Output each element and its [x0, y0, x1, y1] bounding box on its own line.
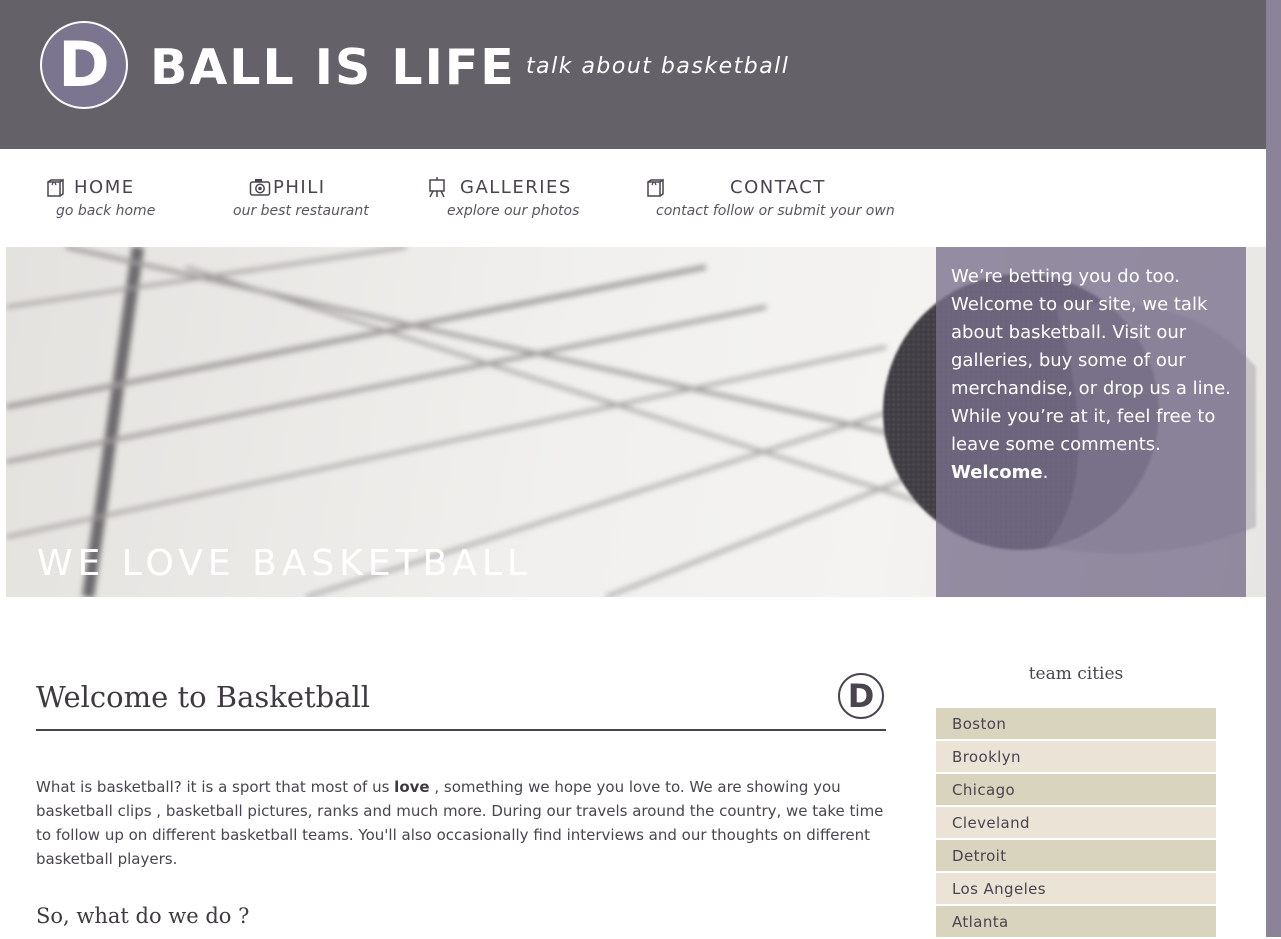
section-subheading: So, what do we do ?: [36, 904, 250, 928]
team-cities-list: Boston Brooklyn Chicago Cleveland Detroi…: [936, 708, 1216, 939]
nav-subtitle: explore our photos: [447, 203, 580, 219]
nav-label: HOME: [74, 176, 135, 198]
shopping-bag-icon: [647, 178, 664, 197]
nav-item-galleries[interactable]: GALLERIES explore our photos: [426, 176, 579, 219]
hero-text-bold: Welcome: [951, 462, 1043, 483]
hero-text-body: We’re betting you do too. Welcome to our…: [951, 266, 1231, 455]
shopping-bag-icon: [47, 178, 64, 197]
logo-letter: D: [58, 28, 110, 101]
camera-icon: [249, 179, 271, 196]
intro-text-a: What is basketball? it is a sport that m…: [36, 778, 390, 796]
nav-item-contact[interactable]: CONTACT contact follow or submit your ow…: [644, 176, 895, 219]
nav-label: CONTACT: [730, 176, 826, 198]
hero-text-panel: We’re betting you do too. Welcome to our…: [936, 247, 1246, 597]
city-item-detroit[interactable]: Detroit: [936, 840, 1216, 871]
city-item-brooklyn[interactable]: Brooklyn: [936, 741, 1216, 772]
nav-label: GALLERIES: [460, 176, 572, 198]
intro-paragraph: What is basketball? it is a sport that m…: [36, 775, 886, 871]
city-item-cleveland[interactable]: Cleveland: [936, 807, 1216, 838]
site-tagline: talk about basketball: [526, 54, 790, 79]
page-title: Welcome to Basketball: [36, 680, 371, 714]
nav-item-phili[interactable]: PHILI our best restaurant: [233, 176, 369, 220]
page-edge-bar: [1266, 0, 1281, 937]
site-header: D BALL IS LIFE talk about basketball: [0, 0, 1266, 149]
hero-heading: WE LOVE BASKETBALL: [37, 543, 533, 584]
nav-item-home[interactable]: HOME go back home: [44, 176, 155, 219]
city-item-chicago[interactable]: Chicago: [936, 774, 1216, 805]
nav-subtitle: contact follow or submit your own: [656, 203, 895, 219]
hero-banner: WE LOVE BASKETBALL We’re betting you do …: [6, 247, 1266, 597]
city-item-los-angeles[interactable]: Los Angeles: [936, 873, 1216, 904]
site-logo[interactable]: D: [40, 21, 128, 109]
nav-subtitle: go back home: [56, 203, 156, 219]
hero-text-trail: .: [1042, 462, 1049, 483]
city-item-boston[interactable]: Boston: [936, 708, 1216, 739]
easel-icon: [429, 177, 445, 198]
nav-subtitle: our best restaurant: [233, 203, 369, 219]
intro-text-bold: love: [394, 778, 430, 796]
section-logo-letter: D: [847, 677, 875, 715]
nav-label: PHILI: [273, 176, 326, 198]
city-item-atlanta[interactable]: Atlanta: [936, 906, 1216, 937]
title-divider: [36, 729, 886, 731]
section-logo: D: [838, 673, 884, 719]
site-title[interactable]: BALL IS LIFE: [150, 40, 516, 96]
hero-text: We’re betting you do too. Welcome to our…: [951, 263, 1236, 487]
sidebar-title: team cities: [1028, 664, 1124, 684]
